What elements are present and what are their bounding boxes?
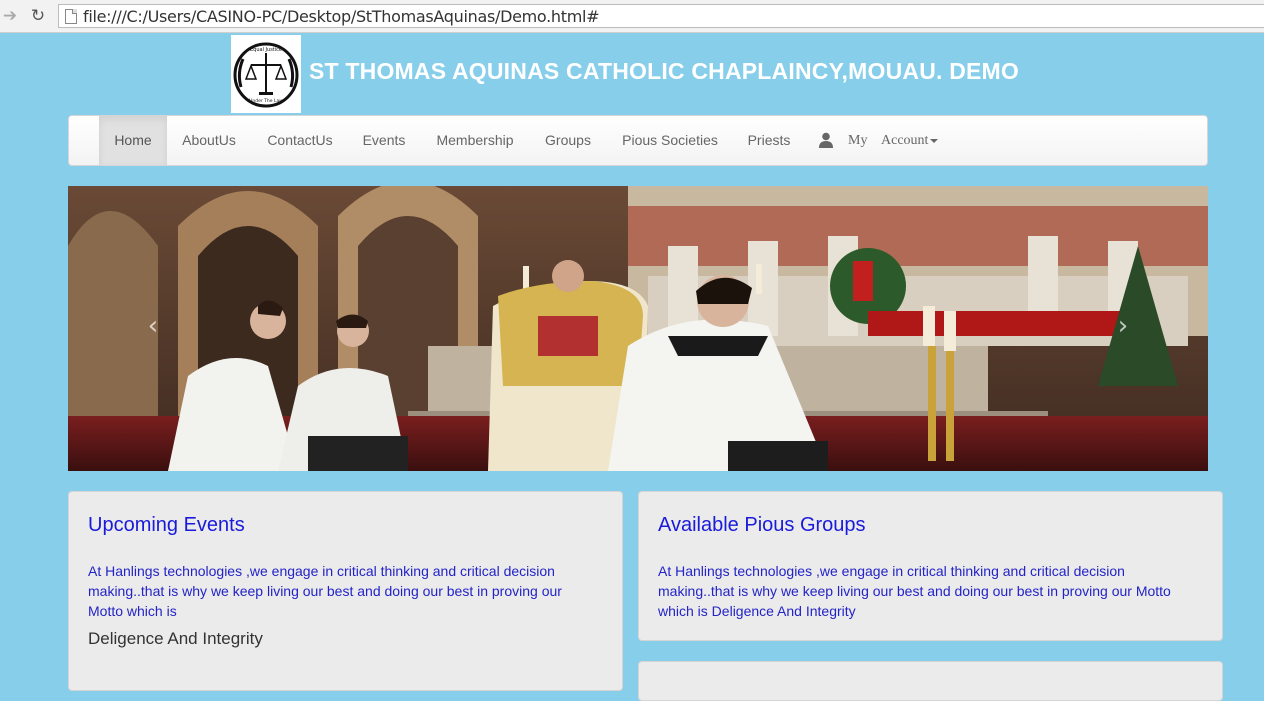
upcoming-events-title: Upcoming Events (88, 514, 245, 536)
scales-of-justice-logo: Equal Justice Under The Law (233, 42, 299, 108)
address-bar[interactable]: file:///C:/Users/CASINO-PC/Desktop/StTho… (58, 4, 1264, 28)
nav-priests[interactable]: Priests (743, 116, 795, 165)
site-logo[interactable]: Equal Justice Under The Law (231, 35, 301, 113)
page-icon (65, 9, 77, 24)
url-text[interactable]: file:///C:/Users/CASINO-PC/Desktop/StTho… (83, 7, 600, 26)
carousel-prev-icon[interactable]: ‹ (138, 306, 168, 346)
pious-groups-title: Available Pious Groups (658, 514, 866, 536)
account-dropdown[interactable]: Account (881, 116, 939, 165)
logo-text-top: Equal Justice (250, 47, 282, 53)
pious-groups-panel: Available Pious Groups At Hanlings techn… (638, 491, 1223, 641)
pious-groups-body: At Hanlings technologies ,we engage in c… (658, 563, 1171, 619)
nav-home[interactable]: Home (99, 116, 167, 165)
carousel-next-icon[interactable]: › (1108, 306, 1138, 346)
reload-icon[interactable]: ↻ (28, 6, 48, 26)
chapel-altar-photo (68, 186, 1208, 471)
caret-down-icon (930, 138, 939, 143)
nav-pious-societies[interactable]: Pious Societies (615, 116, 725, 165)
logo-text-bottom: Under The Law (249, 98, 283, 104)
next-panel (638, 661, 1223, 701)
hero-carousel[interactable]: ‹ › (68, 186, 1208, 471)
user-icon[interactable] (819, 132, 833, 148)
forward-arrow-icon[interactable]: ➔ (0, 6, 20, 26)
nav-aboutus[interactable]: AboutUs (177, 116, 241, 165)
account-label: Account (881, 133, 929, 148)
main-navbar: Home AboutUs ContactUs Events Membership… (68, 115, 1208, 166)
upcoming-events-panel: Upcoming Events At Hanlings technologies… (68, 491, 623, 691)
browser-toolbar: ➔ ↻ file:///C:/Users/CASINO-PC/Desktop/S… (0, 0, 1264, 33)
nav-membership[interactable]: Membership (429, 116, 521, 165)
nav-events[interactable]: Events (357, 116, 411, 165)
motto-text: Deligence And Integrity (88, 629, 263, 648)
account-my-label[interactable]: My (848, 116, 867, 165)
nav-groups[interactable]: Groups (539, 116, 597, 165)
site-title: ST THOMAS AQUINAS CATHOLIC CHAPLAINCY,MO… (309, 58, 1020, 84)
upcoming-events-body: At Hanlings technologies ,we engage in c… (88, 563, 562, 619)
nav-contactus[interactable]: ContactUs (259, 116, 341, 165)
